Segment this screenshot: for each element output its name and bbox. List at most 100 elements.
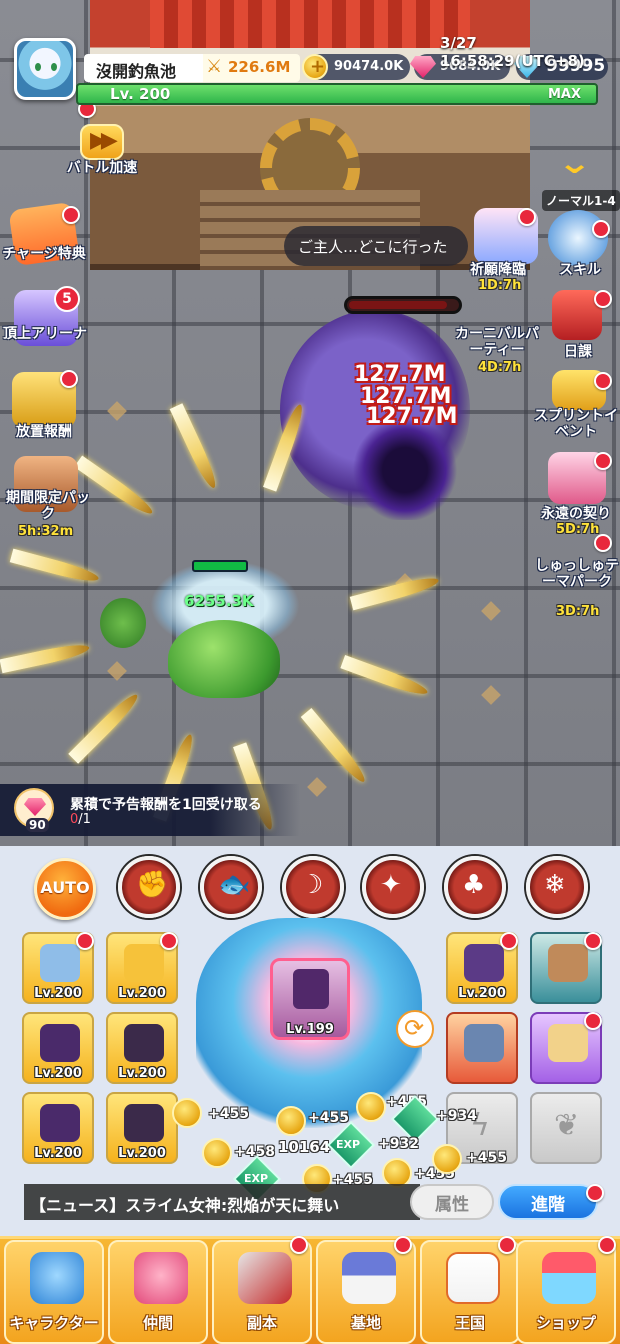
notification-dot bbox=[62, 206, 80, 224]
ice-cream-art bbox=[548, 944, 588, 982]
limited-pack-label: 期間限定パック bbox=[6, 490, 90, 522]
notification-dot bbox=[598, 1236, 616, 1254]
notice-gem-count: 90 bbox=[26, 818, 49, 832]
dark-gauntlet-art bbox=[124, 1024, 164, 1062]
card-level: Lv.200 bbox=[34, 986, 82, 1001]
skill-slot-2[interactable]: 🐟 bbox=[200, 856, 262, 918]
coin-icon bbox=[202, 1138, 232, 1168]
tab-companion-label: 仲間 bbox=[142, 1314, 173, 1332]
refresh-icon: ⟳ bbox=[404, 1014, 425, 1042]
notification-dot bbox=[584, 932, 602, 950]
advance-label: 進階 bbox=[531, 1195, 565, 1215]
notice-text: 累積で予告報酬を1回受け取る bbox=[70, 797, 262, 813]
notification-dot bbox=[518, 208, 536, 226]
notification-dot bbox=[586, 1184, 604, 1202]
server-time: 3/27 16:58:29(UTC+8) bbox=[440, 34, 585, 70]
carnival-timer: 4D:7h bbox=[478, 360, 522, 375]
reward-float: +455 bbox=[466, 1150, 507, 1166]
card-level: Lv.200 bbox=[34, 1066, 82, 1081]
top-arena-badge: 5 bbox=[54, 286, 80, 312]
floor-ornament bbox=[107, 401, 127, 421]
house-icon bbox=[342, 1252, 396, 1304]
eternal-timer: 5D:7h bbox=[556, 522, 600, 537]
equipment-card[interactable] bbox=[446, 1012, 518, 1084]
coin-icon bbox=[432, 1144, 462, 1174]
sprint-label: スプリントイベント bbox=[534, 408, 618, 440]
notification-dot bbox=[592, 220, 610, 238]
skill-slot-6[interactable]: ❄ bbox=[526, 856, 588, 918]
attribute-label: 属性 bbox=[435, 1195, 469, 1215]
skill-label: スキル bbox=[559, 262, 601, 278]
floor-ornament bbox=[481, 685, 501, 705]
tab-shop-label: ショップ bbox=[535, 1314, 596, 1332]
green-slime-hero bbox=[168, 620, 280, 698]
card-level: Lv.200 bbox=[118, 1066, 166, 1081]
lucky-cat-art bbox=[548, 1024, 588, 1062]
wish-timer: 1D:7h bbox=[478, 278, 522, 293]
player-level: Lv. 200 bbox=[110, 85, 171, 103]
skill-slot-3[interactable]: ☽ bbox=[282, 856, 344, 918]
theme-park-label: しゅっしゅテーマパーク bbox=[535, 558, 619, 590]
carnival-label: カーニバルパーティー bbox=[455, 326, 539, 358]
floor-ornament bbox=[307, 777, 327, 797]
card-level: Lv.200 bbox=[458, 986, 506, 1001]
dark-boots-art bbox=[40, 1104, 80, 1142]
news-text: 【ニュース】スライム女神:烈焔が天に舞い bbox=[30, 1196, 340, 1215]
battle-speed-button[interactable]: ▶▶ bbox=[80, 124, 124, 160]
wish-label: 祈願降臨 bbox=[470, 262, 526, 278]
floor-ornament bbox=[481, 601, 501, 621]
dark-shoe-art bbox=[124, 1104, 164, 1142]
tab-character-label: キャラクター bbox=[9, 1314, 99, 1332]
notification-dot bbox=[60, 370, 78, 388]
eternal-label: 永遠の契り bbox=[541, 506, 611, 522]
sword-power-icon: ⚔ bbox=[206, 56, 223, 77]
notice-progress-total: /1 bbox=[78, 812, 91, 827]
dark-armor-art bbox=[40, 1024, 80, 1062]
reward-float: +455 bbox=[208, 1106, 249, 1122]
combat-power: 226.6M bbox=[228, 58, 291, 76]
locked-slot[interactable]: ❦ bbox=[530, 1092, 602, 1164]
skill-slot-5[interactable]: ♣ bbox=[444, 856, 506, 918]
chevron-down-icon[interactable]: ⌄ bbox=[557, 146, 592, 181]
skill-slot-4[interactable]: ✦ bbox=[362, 856, 424, 918]
notification-dot bbox=[290, 1236, 308, 1254]
notification-dot bbox=[498, 1236, 516, 1254]
sword-projectile bbox=[9, 548, 101, 586]
player-avatar[interactable] bbox=[14, 38, 76, 100]
exp-label: EXP bbox=[336, 1138, 361, 1151]
coin-icon bbox=[356, 1092, 386, 1122]
heal-number: 6255.3K bbox=[184, 592, 254, 610]
floor-ornament bbox=[107, 661, 127, 681]
coin-amount: 90474.0K bbox=[334, 59, 404, 74]
shop-icon bbox=[542, 1252, 596, 1304]
card-level: Lv.200 bbox=[118, 1146, 166, 1161]
idle-reward-label: 放置報酬 bbox=[16, 424, 72, 440]
reward-float: +932 bbox=[378, 1136, 419, 1152]
crossed-swords-icon bbox=[238, 1252, 292, 1304]
speech-text: ご主人…どこに行った bbox=[298, 238, 448, 256]
sword-projectile bbox=[349, 573, 441, 611]
notification-dot bbox=[584, 1012, 602, 1030]
blue-slime-icon bbox=[30, 1252, 84, 1304]
skill-button[interactable] bbox=[548, 210, 608, 266]
skateboard-art bbox=[464, 1024, 504, 1062]
card-level: Lv.200 bbox=[118, 986, 166, 1001]
top-arena-label: 頂上アリーナ bbox=[3, 326, 87, 342]
coin-icon bbox=[276, 1106, 306, 1136]
stage-label: ノーマル1-4 bbox=[542, 190, 620, 211]
hero-health-bar bbox=[192, 560, 248, 572]
daily-label: 日課 bbox=[564, 344, 592, 360]
boss-health-bar bbox=[344, 296, 462, 314]
reward-float: +455 bbox=[308, 1110, 349, 1126]
combo-counter: 10164 bbox=[278, 1138, 331, 1156]
arm-icon: ✊ bbox=[136, 870, 169, 900]
broccoli-ally bbox=[100, 598, 146, 648]
player-name: 沒開釣魚池 bbox=[96, 62, 177, 81]
charge-bonus-label: チャージ特典 bbox=[2, 246, 86, 262]
skill-slot-1[interactable]: ✊ bbox=[118, 856, 180, 918]
sword-projectile bbox=[169, 403, 221, 491]
refresh-button[interactable]: ⟳ bbox=[396, 1010, 434, 1048]
ice-icon: ❄ bbox=[544, 870, 566, 900]
coin-plus-icon[interactable] bbox=[302, 54, 328, 80]
notification-dot bbox=[160, 932, 178, 950]
